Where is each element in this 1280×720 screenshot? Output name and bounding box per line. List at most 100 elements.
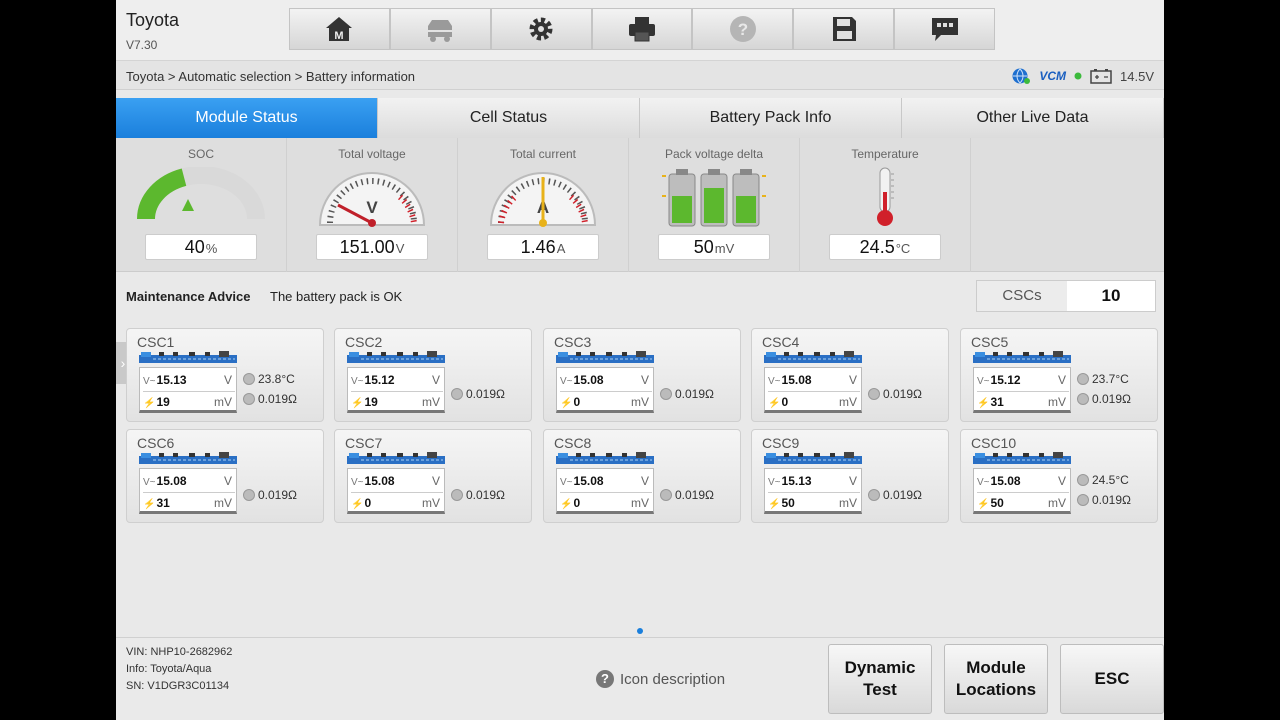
csc-voltage: 15.08 <box>573 474 604 488</box>
message-button[interactable] <box>894 8 996 50</box>
csc-delta: 0 <box>364 496 372 510</box>
csc-delta: 31 <box>156 496 170 510</box>
total-current-value-box: 1.46A <box>487 234 599 260</box>
cscs-value: 10 <box>1101 286 1121 305</box>
home-icon: M <box>326 17 353 42</box>
csc-voltage-unit: V <box>431 373 440 387</box>
csc-delta: 50 <box>781 496 795 510</box>
settings-gear-icon <box>529 17 553 41</box>
lightning-icon: ⚡ <box>143 398 156 409</box>
connection-status: VCM 14.5V <box>1011 67 1154 85</box>
tab-battery-pack-info[interactable]: Battery Pack Info <box>640 98 902 138</box>
temperature-label: Temperature <box>851 147 919 161</box>
svg-text:M: M <box>335 30 344 42</box>
home-button[interactable]: M <box>289 8 390 50</box>
resistance-icon <box>868 388 880 400</box>
vehicle-swap-button[interactable] <box>389 8 491 50</box>
csc-resistance-value: 0.019Ω <box>258 488 297 502</box>
tab-other-live-data[interactable]: Other Live Data <box>902 98 1164 138</box>
soc-unit: % <box>205 241 218 256</box>
csc-voltage: 15.08 <box>573 373 604 387</box>
csc-voltage-unit: V <box>848 373 857 387</box>
csc-delta-row: ⚡0 mV <box>768 391 860 411</box>
save-button[interactable] <box>793 8 895 50</box>
csc-resistance: 0.019Ω <box>451 387 505 401</box>
temperature-gauge: Temperature 24.5°C <box>800 138 971 272</box>
csc-name: CSC4 <box>762 334 800 350</box>
csc-resistance: 0.019Ω <box>243 488 297 502</box>
csc-card[interactable]: CSC4 V~15.08 V ⚡0 mV 0.019Ω <box>751 328 949 422</box>
ammeter-dial-icon: A <box>489 172 597 227</box>
csc-delta: 50 <box>990 496 1004 510</box>
help-icon: ? <box>729 16 756 42</box>
maintenance-advice-label: Maintenance Advice <box>126 289 251 304</box>
csc-name: CSC3 <box>554 334 592 350</box>
thermo-sensor-icon <box>243 373 255 385</box>
csc-resistance: 0.019Ω <box>868 488 922 502</box>
circuit-board-icon <box>764 351 862 363</box>
header: Toyota V7.30 M ? <box>116 0 1164 60</box>
csc-card[interactable]: CSC6 V~15.08 V ⚡31 mV 0.019Ω <box>126 429 324 523</box>
csc-readings: V~15.13 V ⚡19 mV <box>139 367 237 413</box>
total-voltage-value-box: 151.00V <box>316 234 428 260</box>
csc-resistance: 0.019Ω <box>1077 493 1131 507</box>
csc-card[interactable]: CSC2 V~15.12 V ⚡19 mV 0.019Ω <box>334 328 532 422</box>
soc-label: SOC <box>187 147 214 161</box>
tab-cell-status[interactable]: Cell Status <box>378 98 640 138</box>
csc-temperature: 24.5°C <box>1077 473 1129 487</box>
csc-resistance-value: 0.019Ω <box>466 488 505 502</box>
csc-name: CSC5 <box>971 334 1009 350</box>
csc-delta-unit: mV <box>214 395 232 409</box>
settings-button[interactable] <box>490 8 592 50</box>
csc-card[interactable]: CSC3 V~15.08 V ⚡0 mV 0.019Ω <box>543 328 741 422</box>
csc-name: CSC6 <box>137 435 175 451</box>
circuit-board-icon <box>347 452 445 464</box>
csc-name: CSC2 <box>345 334 383 350</box>
temperature-value: 24.5 <box>859 237 895 257</box>
module-locations-button[interactable]: Module Locations <box>944 644 1048 714</box>
lightning-icon: ⚡ <box>977 398 990 409</box>
csc-readings: V~15.12 V ⚡19 mV <box>347 367 445 413</box>
printer-icon <box>629 17 655 42</box>
page-dot-active <box>637 627 643 634</box>
battery-voltage: 14.5V <box>1120 68 1154 84</box>
help-button[interactable]: ? <box>692 8 794 50</box>
csc-card[interactable]: CSC9 V~15.13 V ⚡50 mV 0.019Ω <box>751 429 949 523</box>
lightning-icon: ⚡ <box>143 499 156 510</box>
csc-voltage: 15.08 <box>781 373 812 387</box>
total-voltage-unit: V <box>395 241 405 256</box>
pack-delta-unit: mV <box>714 241 735 256</box>
circuit-board-icon <box>139 351 237 363</box>
csc-card[interactable]: CSC5 V~15.12 V ⚡31 mV 23.7°C 0.019Ω <box>960 328 1158 422</box>
print-button[interactable] <box>591 8 693 50</box>
breadcrumb: Toyota > Automatic selection > Battery i… <box>126 69 416 84</box>
resistance-icon <box>660 388 672 400</box>
csc-card[interactable]: CSC7 V~15.08 V ⚡0 mV 0.019Ω <box>334 429 532 523</box>
tab-bar: Module Status Cell Status Battery Pack I… <box>116 98 1164 138</box>
csc-card[interactable]: CSC8 V~15.08 V ⚡0 mV 0.019Ω <box>543 429 741 523</box>
car-battery-icon <box>1090 69 1112 84</box>
csc-delta: 0 <box>573 496 581 510</box>
csc-resistance: 0.019Ω <box>868 387 922 401</box>
total-current-value: 1.46 <box>520 237 556 257</box>
esc-button[interactable]: ESC <box>1060 644 1164 714</box>
circuit-board-icon <box>973 452 1071 464</box>
app-window: Toyota V7.30 M ? Toyota > Automatic sele… <box>116 0 1164 720</box>
csc-temperature-value: 24.5°C <box>1092 473 1129 487</box>
csc-voltage-unit: V <box>431 474 440 488</box>
tab-module-status[interactable]: Module Status <box>116 98 378 138</box>
vehicle-vin: VIN: NHP10-2682962 <box>126 646 233 658</box>
vehicle-info: Info: Toyota/Aqua <box>126 663 212 675</box>
csc-voltage-row: V~15.08 V <box>351 471 443 491</box>
vcm-indicator: VCM <box>1039 69 1067 83</box>
csc-card[interactable]: CSC1 V~15.13 V ⚡19 mV 23.8°C 0.019Ω <box>126 328 324 422</box>
pack-delta-value: 50 <box>693 237 714 257</box>
dynamic-test-button[interactable]: Dynamic Test <box>828 644 932 714</box>
csc-card[interactable]: CSC10 V~15.08 V ⚡50 mV 24.5°C 0.019Ω <box>960 429 1158 523</box>
total-current-unit: A <box>556 241 566 256</box>
csc-delta-row: ⚡0 mV <box>351 492 443 512</box>
icon-description-link[interactable]: ? Icon description <box>596 670 725 688</box>
csc-voltage: 15.08 <box>364 474 395 488</box>
circuit-board-icon <box>556 452 654 464</box>
lightning-icon: ⚡ <box>560 398 573 409</box>
